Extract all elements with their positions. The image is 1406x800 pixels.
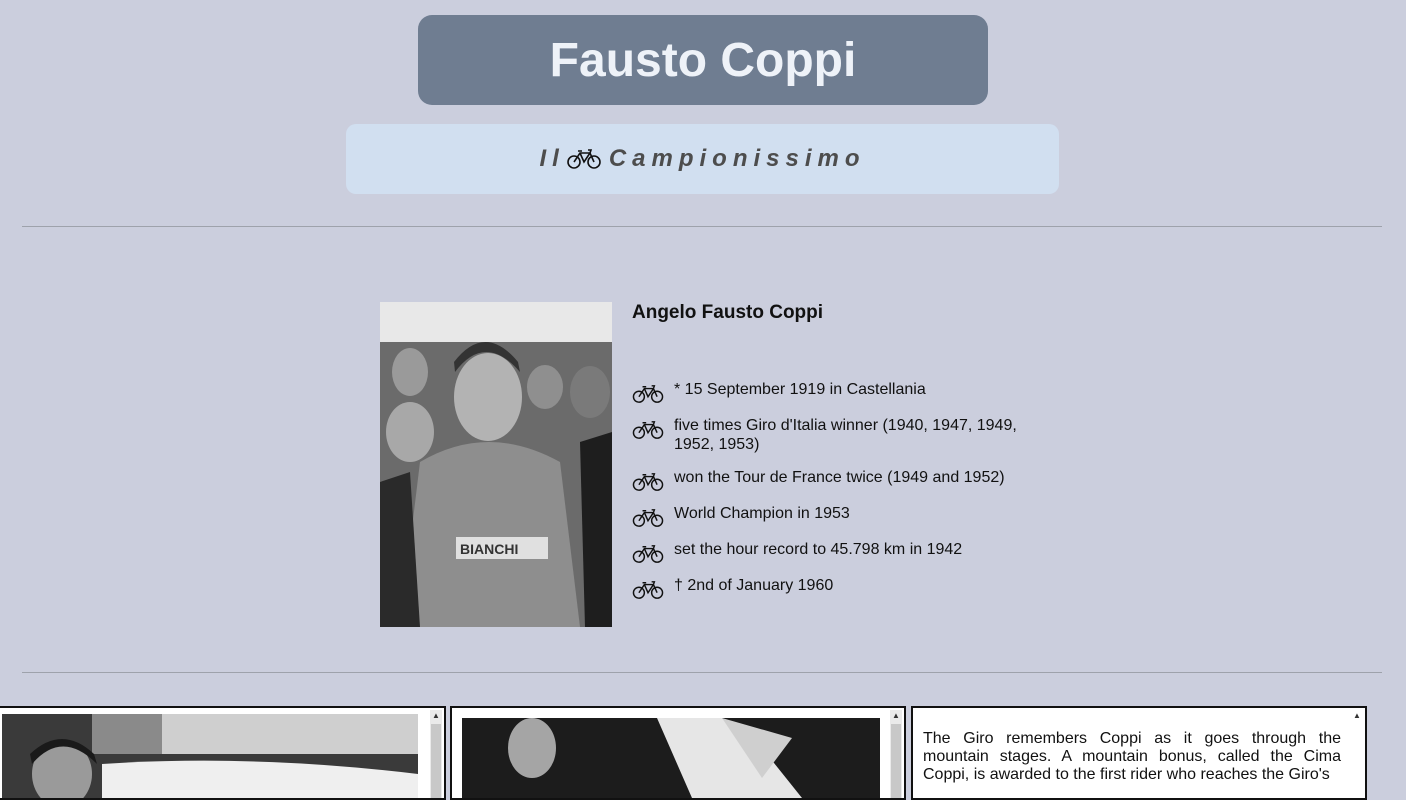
divider-bottom <box>22 672 1382 673</box>
story-text: The Giro remembers Coppi as it goes thro… <box>923 730 1341 783</box>
photo-panel-left[interactable]: ▲ <box>0 706 446 800</box>
bicycle-icon <box>632 508 664 533</box>
bicycle-icon <box>567 148 601 170</box>
fact-text: set the hour record to 45.798 km in 1942 <box>674 541 963 558</box>
fact-text: won the Tour de France twice (1949 and 1… <box>674 469 1005 486</box>
fact-text: † 2nd of January 1960 <box>674 577 834 594</box>
bicycle-icon <box>632 384 664 409</box>
svg-text:BIANCHI: BIANCHI <box>460 541 518 557</box>
list-item: † 2nd of January 1960 <box>632 576 1032 599</box>
page-title: Fausto Coppi <box>549 33 857 87</box>
fact-text: World Champion in 1953 <box>674 505 850 522</box>
list-item: World Champion in 1953 <box>632 504 1032 527</box>
bicycle-icon <box>632 472 664 497</box>
bio-section: Angelo Fausto Coppi * 15 September 1919 … <box>632 302 1032 599</box>
subtitle-banner: Il Campionissimo <box>346 124 1059 194</box>
facts-list: * 15 September 1919 in Castellania five … <box>632 380 1032 612</box>
fact-text: five times Giro d'Italia winner (1940, 1… <box>674 417 1017 453</box>
list-item: won the Tour de France twice (1949 and 1… <box>632 468 1032 491</box>
panel-photo <box>2 714 418 798</box>
fact-text: * 15 September 1919 in Castellania <box>674 381 926 398</box>
list-item: five times Giro d'Italia winner (1940, 1… <box>632 416 1032 454</box>
scroll-up-arrow-icon[interactable]: ▲ <box>890 710 902 722</box>
bicycle-icon <box>632 420 664 445</box>
subtitle-left: Il <box>539 145 565 172</box>
scroll-thumb[interactable] <box>891 724 901 798</box>
bicycle-icon <box>632 580 664 605</box>
scroll-up-arrow-icon[interactable]: ▲ <box>430 710 442 722</box>
list-item: set the hour record to 45.798 km in 1942 <box>632 540 1032 563</box>
title-banner: Fausto Coppi <box>418 15 988 105</box>
divider-top <box>22 226 1382 227</box>
panel-heading-cut <box>923 708 1341 712</box>
subtitle-right: Campionissimo <box>608 145 866 172</box>
panel-photo <box>462 718 880 798</box>
photo-panel-middle[interactable]: ▲ <box>450 706 906 800</box>
scrollbar[interactable]: ▲ <box>890 710 902 798</box>
text-panel-right[interactable]: The Giro remembers Coppi as it goes thro… <box>911 706 1367 800</box>
scrollbar[interactable]: ▲ <box>430 710 442 798</box>
bio-name: Angelo Fausto Coppi <box>632 302 824 323</box>
coppi-portrait-photo: BIANCHI <box>380 302 612 627</box>
scrollbar[interactable]: ▲ <box>1351 710 1363 798</box>
list-item: * 15 September 1919 in Castellania <box>632 380 1032 403</box>
scroll-thumb[interactable] <box>431 724 441 798</box>
scroll-up-arrow-icon[interactable]: ▲ <box>1351 710 1363 722</box>
bicycle-icon <box>632 544 664 569</box>
